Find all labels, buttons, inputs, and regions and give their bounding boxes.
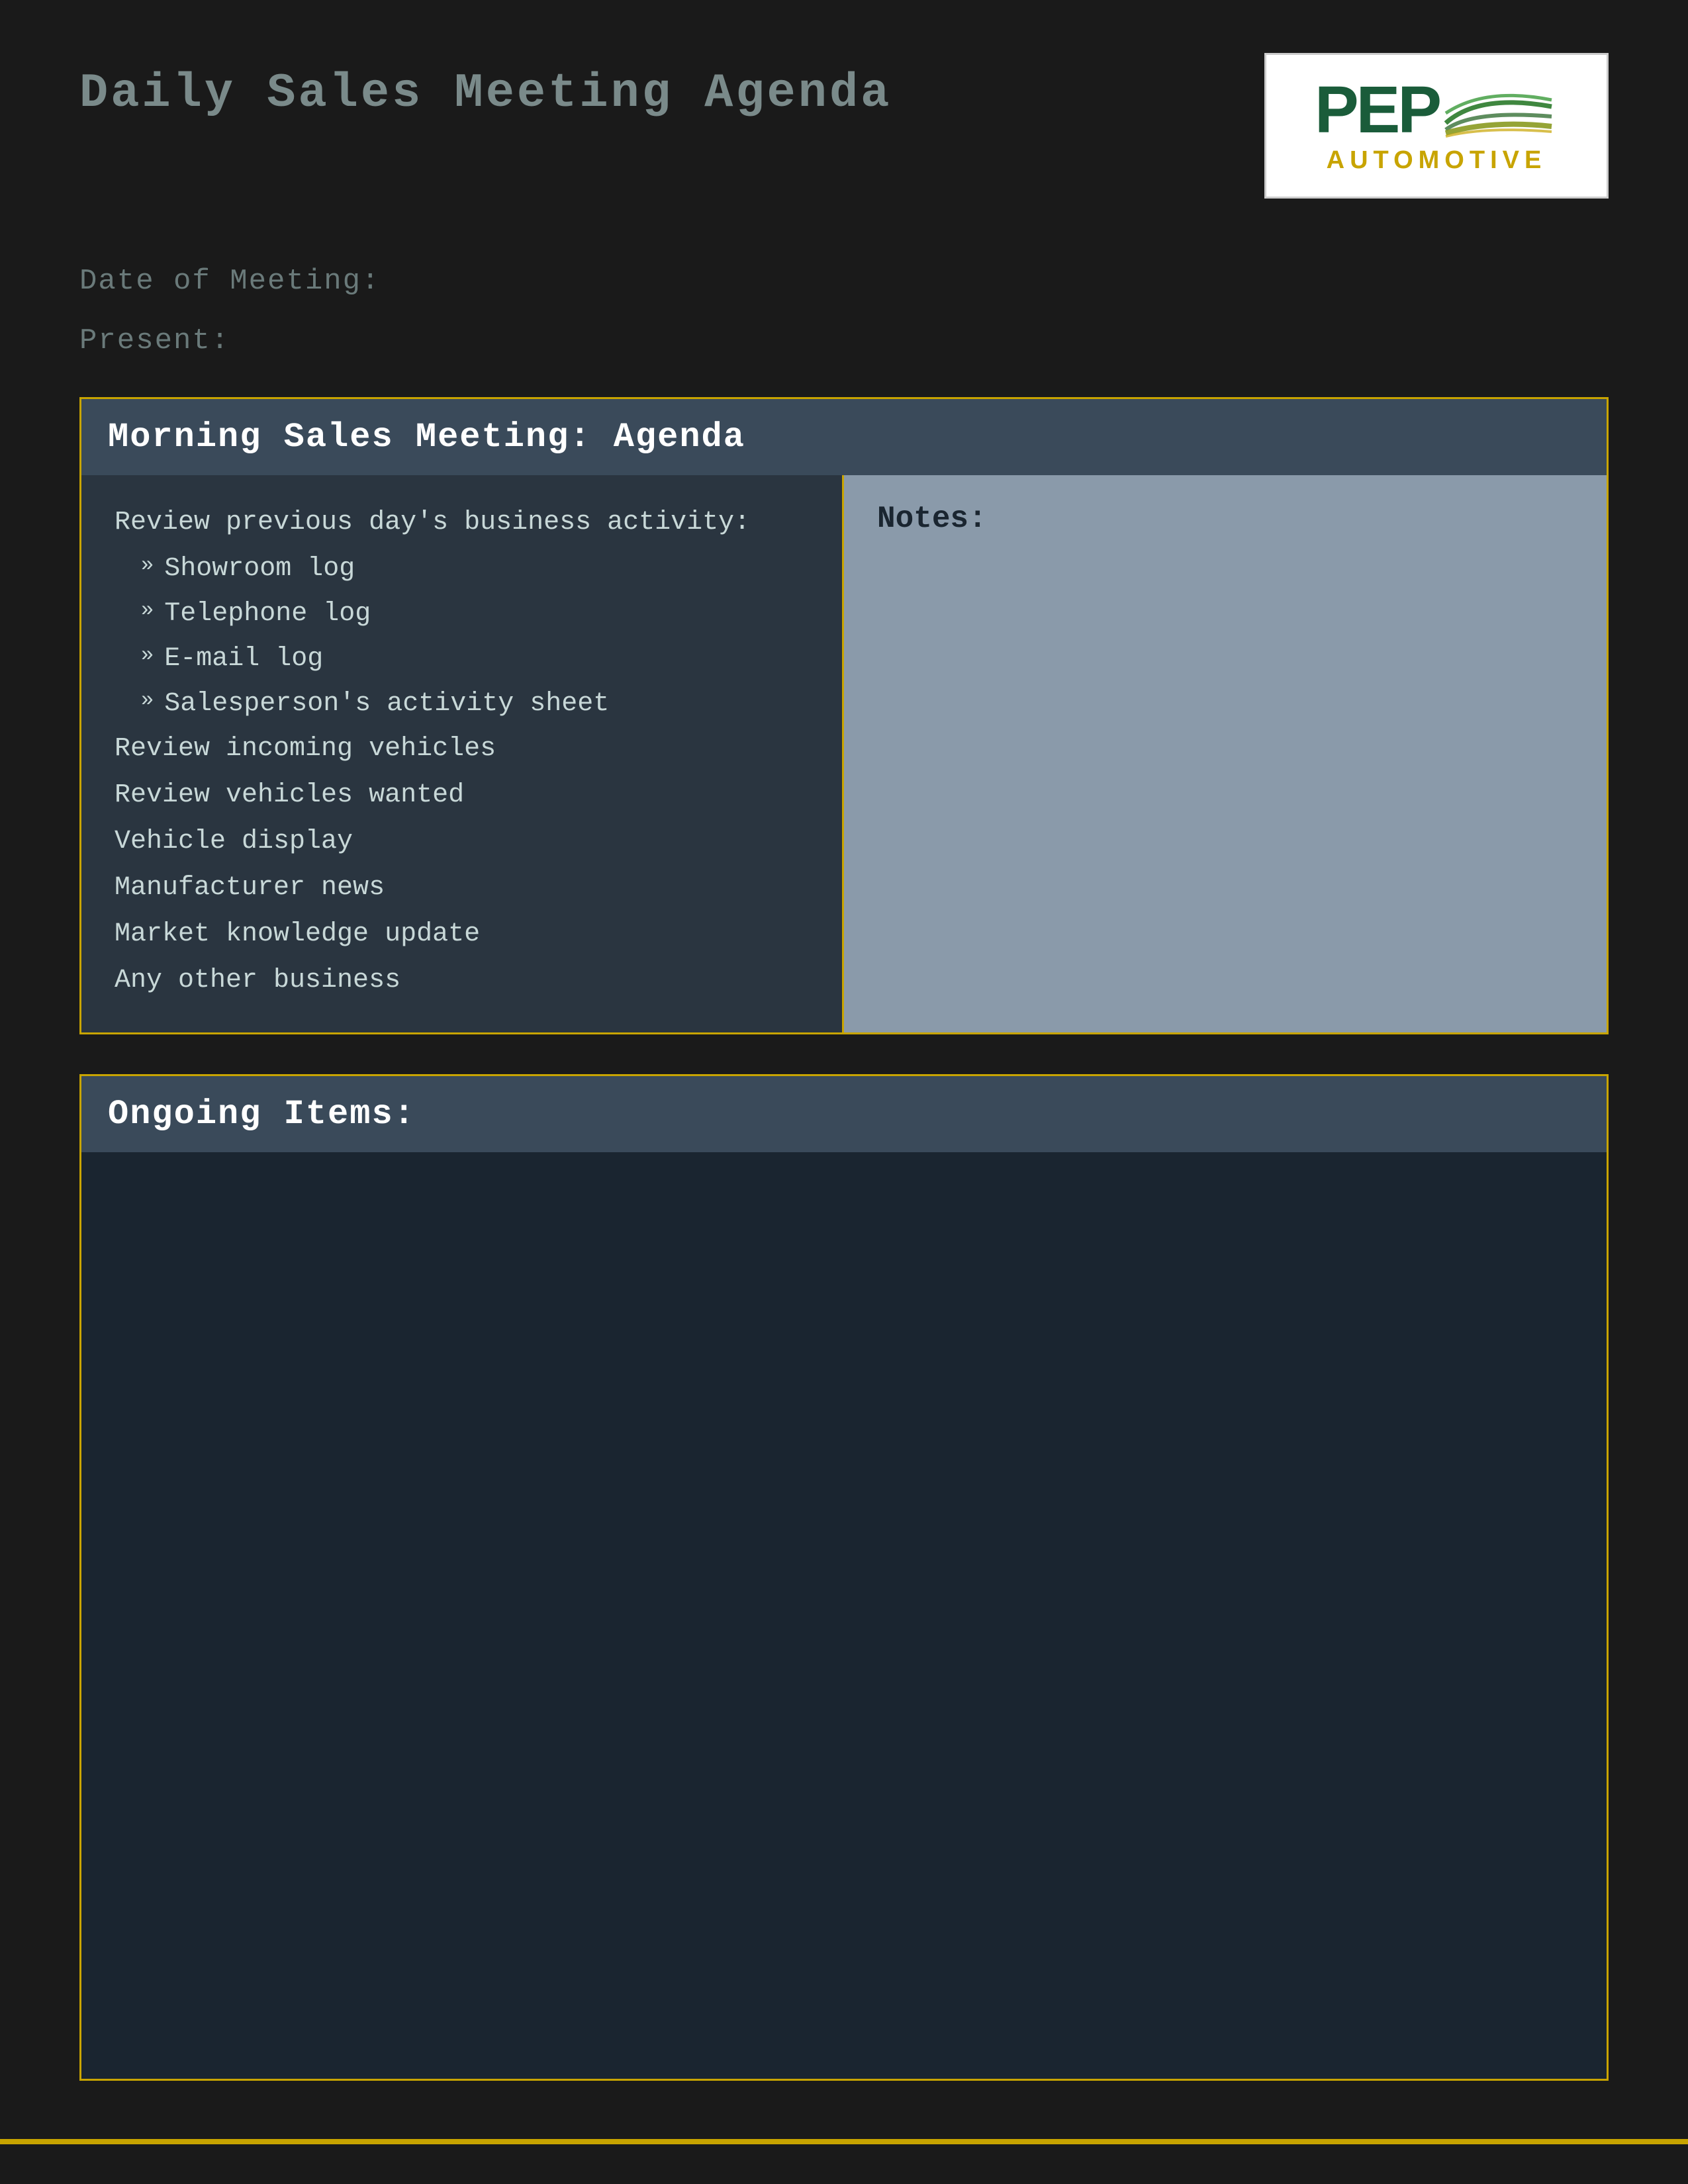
present-label: Present: [79,324,1609,357]
bottom-gold-line [0,2139,1688,2144]
sub-item-email-text: E-mail log [164,638,323,680]
ongoing-body [81,1152,1607,2079]
bullet-icon: » [141,683,154,717]
agenda-item-incoming: Review incoming vehicles [115,728,809,770]
ongoing-items-section: Ongoing Items: [79,1074,1609,2081]
morning-agenda-body: Review previous day's business activity:… [81,475,1607,1032]
sub-item-telephone: » Telephone log [115,593,809,635]
sub-item-email: » E-mail log [115,638,809,680]
morning-agenda-table: Morning Sales Meeting: Agenda Review pre… [79,397,1609,1034]
bullet-icon: » [141,638,154,672]
agenda-item-any-other: Any other business [115,960,809,1002]
sub-item-showroom-text: Showroom log [164,548,355,590]
sub-item-telephone-text: Telephone log [164,593,371,635]
agenda-item-manufacturer-news: Manufacturer news [115,867,809,909]
morning-agenda-header-text: Morning Sales Meeting: Agenda [108,418,745,457]
bullet-icon: » [141,593,154,627]
agenda-notes-column: Notes: [844,475,1607,1032]
sub-item-salesperson: » Salesperson's activity sheet [115,683,809,725]
sub-item-showroom: » Showroom log [115,548,809,590]
header: Daily Sales Meeting Agenda PEP AUTOMOTIV… [79,53,1609,199]
page-title: Daily Sales Meeting Agenda [79,66,892,120]
logo-swoosh-icon [1439,80,1558,140]
ongoing-header-text: Ongoing Items: [108,1095,416,1134]
agenda-item-vehicles-wanted: Review vehicles wanted [115,774,809,817]
meta-section: Date of Meeting: Present: [79,265,1609,357]
sub-item-salesperson-text: Salesperson's activity sheet [164,683,609,725]
agenda-left-column: Review previous day's business activity:… [81,475,844,1032]
morning-agenda-header: Morning Sales Meeting: Agenda [81,399,1607,475]
bullet-icon: » [141,548,154,582]
agenda-item-vehicle-display: Vehicle display [115,821,809,863]
date-of-meeting-label: Date of Meeting: [79,265,1609,298]
logo-brand-text: PEP [1315,77,1439,143]
ongoing-header: Ongoing Items: [81,1076,1607,1152]
logo-container: PEP AUTOMOTIVE [1264,53,1609,199]
logo-automotive-text: AUTOMOTIVE [1327,146,1547,175]
review-heading: Review previous day's business activity: [115,502,809,544]
logo-pep: PEP [1315,77,1558,143]
agenda-item-market-knowledge: Market knowledge update [115,913,809,956]
notes-label: Notes: [877,502,1573,536]
page: Daily Sales Meeting Agenda PEP AUTOMOTIV… [0,0,1688,2184]
